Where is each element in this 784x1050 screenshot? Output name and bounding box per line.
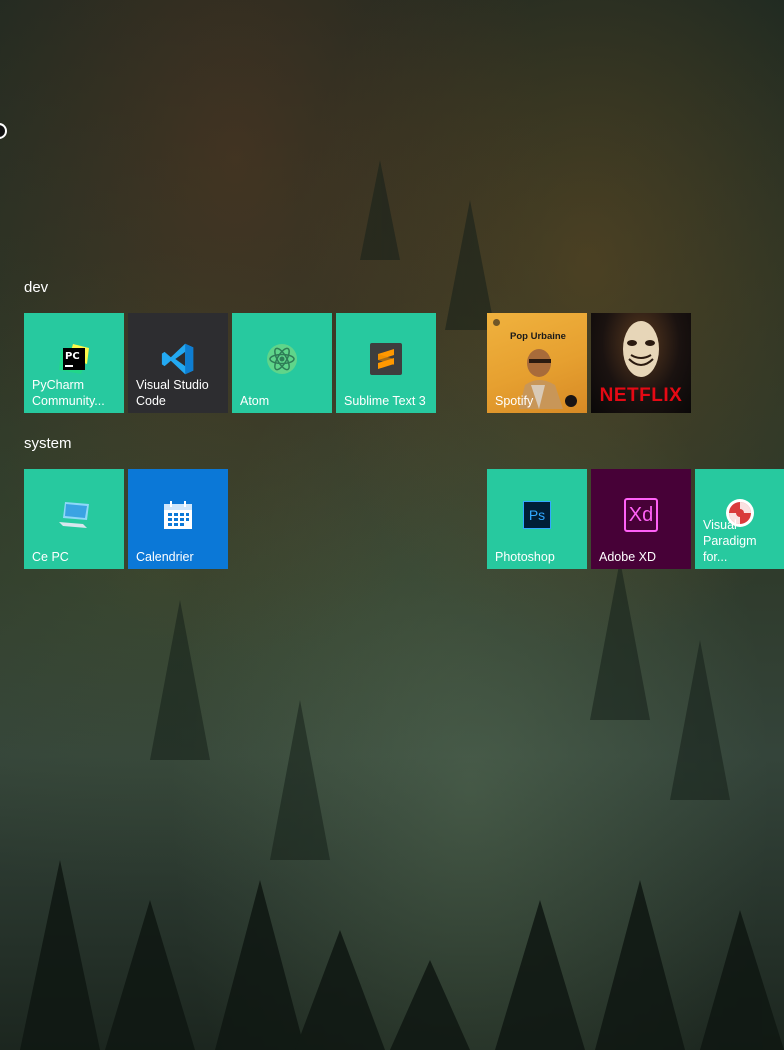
calendar-icon [161,498,195,532]
tile-label: Ce PC [32,550,69,564]
playlist-title: Pop Urbaine [510,331,566,342]
group-label-dev[interactable]: dev [24,279,48,296]
tile-label: Photoshop [495,550,555,564]
tile-label: Calendrier [136,550,194,564]
tile-sublime[interactable]: Sublime Text 3 [336,313,436,413]
tile-calendar[interactable]: Calendrier [128,469,228,569]
tile-label: PyCharm Community... [32,378,105,408]
pycharm-icon: PC [57,342,91,376]
tile-label: Visual Studio Code [136,378,209,408]
tile-netflix[interactable]: NETFLIX [591,313,691,413]
computer-icon [57,498,91,532]
tile-spotify[interactable]: Pop Urbaine Spotify [487,313,587,413]
tile-label: Sublime Text 3 [344,394,426,408]
photoshop-icon-text: Ps [523,501,551,529]
sublime-icon [369,342,403,376]
tile-vscode[interactable]: Visual Studio Code [128,313,228,413]
tile-label: Spotify [495,394,534,408]
xd-icon-text: Xd [624,498,658,532]
tile-atom[interactable]: Atom [232,313,332,413]
photoshop-icon: Ps [520,498,554,532]
vscode-icon [161,342,195,376]
tile-pycharm[interactable]: PC PyCharm Community... [24,313,124,413]
group-label-system[interactable]: system [24,435,72,452]
scroll-circle-icon[interactable] [0,123,7,139]
tile-photoshop[interactable]: Ps Photoshop [487,469,587,569]
tile-adobe-xd[interactable]: Xd Adobe XD [591,469,691,569]
atom-icon [265,342,299,376]
svg-text:PC: PC [65,351,80,362]
tile-this-pc[interactable]: Ce PC [24,469,124,569]
tile-visual-paradigm[interactable]: Visual Paradigm for... [695,469,784,569]
tile-label: Visual Paradigm for... [703,518,757,564]
spotify-small-icon [493,319,500,326]
adobe-xd-icon: Xd [624,498,658,532]
netflix-logo: NETFLIX [599,385,683,406]
mask-image [623,321,659,377]
tile-label: Adobe XD [599,550,656,564]
tile-label: Atom [240,394,270,408]
